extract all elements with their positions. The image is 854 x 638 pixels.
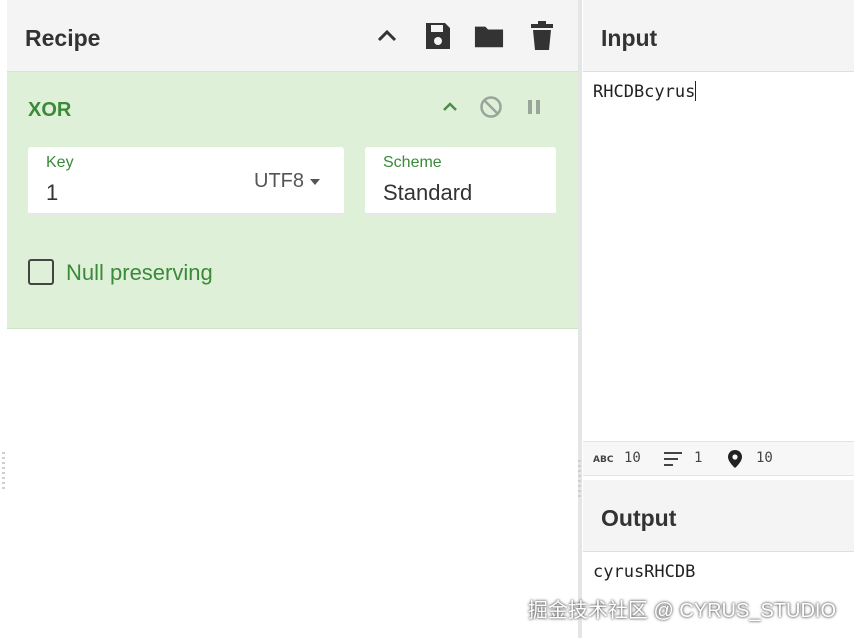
recipe-title: Recipe (25, 25, 101, 51)
scheme-label: Scheme (383, 154, 442, 171)
xor-operation: XOR Key 1 UTF8 Scheme Standard Null pres… (7, 72, 578, 329)
trash-icon[interactable] (527, 20, 557, 52)
save-icon[interactable] (423, 20, 453, 52)
collapse-chevron-icon[interactable] (437, 94, 463, 120)
key-encoding-label: UTF8 (254, 170, 304, 192)
cursor-position: 10 (756, 450, 773, 466)
lines-icon (664, 451, 684, 471)
chevron-up-icon[interactable] (372, 20, 402, 52)
caret-down-icon (310, 178, 320, 185)
input-status-bar: ABC 10 1 10 (583, 441, 854, 476)
key-field[interactable]: Key 1 UTF8 (28, 147, 344, 215)
null-preserving-label[interactable]: Null preserving (66, 260, 213, 286)
abc-length-icon: ABC (593, 452, 614, 468)
operation-name: XOR (28, 99, 72, 121)
folder-icon[interactable] (474, 20, 504, 52)
pane-resize-handle[interactable] (578, 460, 581, 500)
watermark: 掘金技术社区 @ CYRUS_STUDIO (527, 600, 836, 622)
key-value[interactable]: 1 (46, 180, 58, 206)
key-label: Key (46, 154, 74, 171)
scheme-value[interactable]: Standard (383, 180, 472, 206)
length-count: 10 (624, 450, 641, 466)
left-resize-handle[interactable] (2, 452, 5, 492)
recipe-pane: Recipe XOR Key 1 UTF8 Scheme Standard Nu… (0, 0, 578, 638)
scheme-field[interactable]: Scheme Standard (365, 147, 556, 215)
output-header: Output (583, 480, 854, 552)
lines-count: 1 (694, 450, 703, 466)
pane-divider[interactable] (578, 0, 582, 638)
left-gutter (0, 0, 7, 638)
key-encoding-dropdown[interactable]: UTF8 (254, 170, 320, 193)
output-title: Output (601, 505, 677, 531)
null-preserving-checkbox[interactable] (28, 259, 54, 285)
svg-text:ABC: ABC (593, 455, 613, 464)
text-cursor (695, 81, 697, 101)
recipe-header: Recipe (7, 0, 578, 72)
input-value: RHCDBcyrus (593, 82, 696, 102)
input-header: Input (583, 0, 854, 72)
disable-icon[interactable] (478, 94, 504, 120)
location-pin-icon (727, 449, 743, 473)
output-text[interactable]: cyrusRHCDB (593, 562, 695, 582)
pause-icon[interactable] (521, 94, 547, 120)
input-title: Input (601, 25, 658, 51)
input-textarea[interactable]: RHCDBcyrus (593, 81, 697, 102)
